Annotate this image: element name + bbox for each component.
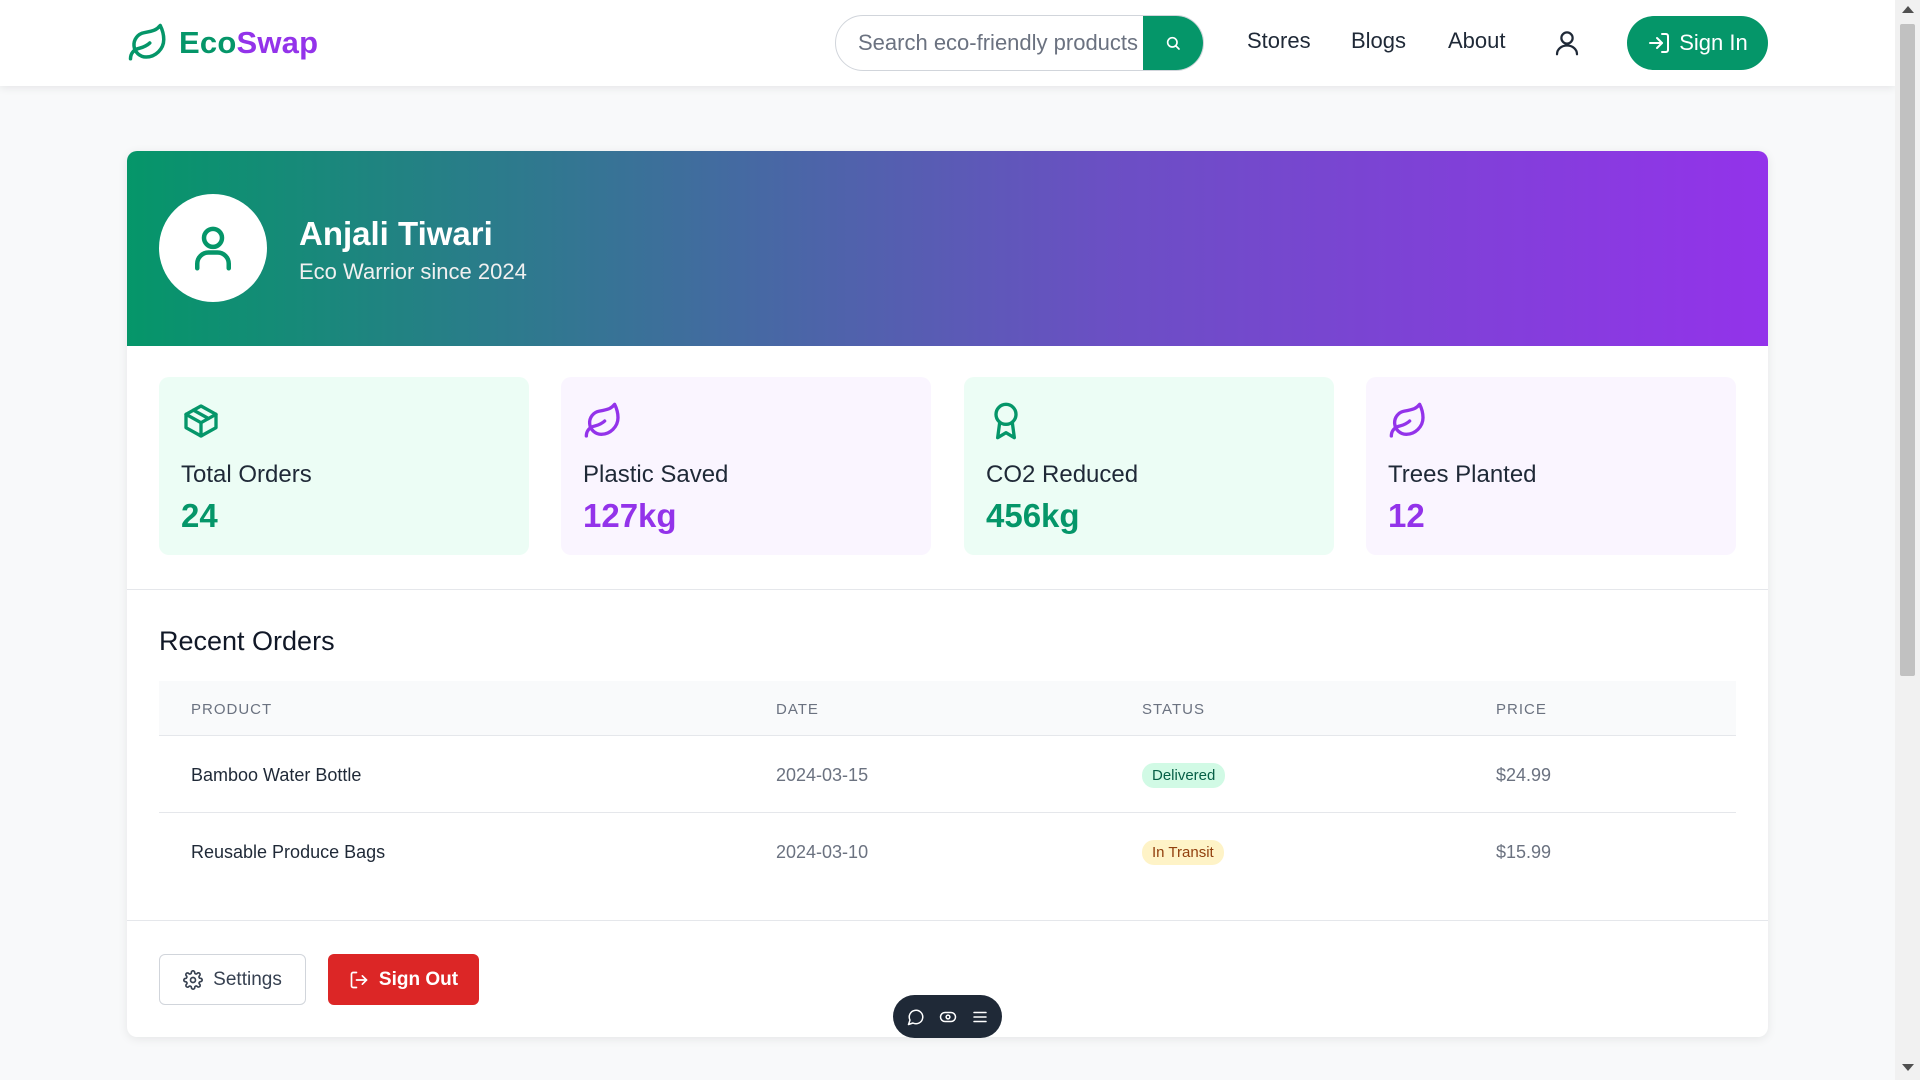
order-product: Bamboo Water Bottle — [191, 765, 362, 785]
package-icon — [181, 401, 221, 441]
orders-table: PRODUCT DATE STATUS PRICE Bamboo Water B… — [159, 681, 1736, 890]
stat-label: CO2 Reduced — [986, 461, 1139, 488]
section-divider — [127, 589, 1768, 590]
table-row[interactable]: Bamboo Water Bottle 2024-03-15 Delivered… — [159, 736, 1736, 813]
recent-orders-title: Recent Orders — [159, 626, 335, 656]
leaf-icon — [583, 401, 623, 441]
stat-label: Trees Planted — [1388, 461, 1537, 488]
search-icon — [1165, 35, 1181, 51]
profile-name: Anjali Tiwari — [299, 215, 493, 252]
stat-value: 24 — [181, 497, 218, 534]
stat-value: 456kg — [986, 497, 1080, 534]
leaf-logo-icon — [127, 22, 169, 64]
eye-icon[interactable] — [939, 1008, 957, 1026]
stat-value: 127kg — [583, 497, 677, 534]
search-input[interactable] — [836, 16, 1145, 70]
stat-value: 12 — [1388, 497, 1425, 534]
gear-icon — [183, 969, 204, 990]
award-icon — [986, 401, 1026, 441]
nav-link-about[interactable]: About — [1448, 28, 1506, 54]
vertical-scrollbar[interactable] — [1895, 0, 1920, 1080]
search-bar — [835, 15, 1204, 71]
scrollbar-thumb[interactable] — [1900, 24, 1915, 676]
log-out-icon — [349, 970, 369, 990]
profile-banner: Anjali Tiwari Eco Warrior since 2024 — [127, 151, 1768, 346]
stat-label: Total Orders — [181, 461, 312, 488]
order-product: Reusable Produce Bags — [191, 842, 386, 862]
scroll-down-arrow-icon[interactable] — [1902, 1064, 1914, 1071]
section-divider — [127, 920, 1768, 921]
leaf-icon — [1388, 401, 1428, 441]
status-badge: In Transit — [1142, 840, 1224, 865]
order-price: $15.99 — [1496, 842, 1552, 862]
nav-link-blogs[interactable]: Blogs — [1351, 28, 1406, 54]
sign-out-label: Sign Out — [378, 968, 459, 990]
avatar — [159, 194, 267, 302]
status-badge: Delivered — [1142, 763, 1226, 788]
table-row[interactable]: Reusable Produce Bags 2024-03-10 In Tran… — [159, 813, 1736, 890]
column-header-price: PRICE — [1496, 701, 1547, 718]
logo[interactable]: EcoSwap — [127, 22, 318, 64]
comment-icon[interactable] — [907, 1008, 925, 1026]
sign-out-button[interactable]: Sign Out — [328, 954, 479, 1005]
settings-button[interactable]: Settings — [159, 954, 306, 1005]
sign-in-label: Sign In — [1679, 30, 1748, 55]
stat-card-total-orders: Total Orders 24 — [159, 377, 529, 555]
logo-text: EcoSwap — [179, 25, 319, 60]
column-header-status: STATUS — [1142, 701, 1205, 718]
search-button[interactable] — [1143, 16, 1203, 70]
order-date: 2024-03-15 — [776, 765, 869, 785]
settings-label: Settings — [213, 968, 282, 990]
stat-card-co2-reduced: CO2 Reduced 456kg — [964, 377, 1334, 555]
stat-card-trees-planted: Trees Planted 12 — [1366, 377, 1736, 555]
profile-subtitle: Eco Warrior since 2024 — [299, 259, 527, 284]
order-date: 2024-03-10 — [776, 842, 869, 862]
log-in-icon — [1647, 31, 1671, 55]
top-navbar: EcoSwap Stores Blogs About Sign In — [0, 0, 1895, 86]
column-header-date: DATE — [776, 701, 819, 718]
user-icon[interactable] — [1552, 28, 1582, 58]
nav-link-stores[interactable]: Stores — [1247, 28, 1311, 54]
profile-card: Anjali Tiwari Eco Warrior since 2024 Tot… — [127, 151, 1768, 1037]
menu-icon[interactable] — [971, 1008, 989, 1026]
sign-in-button[interactable]: Sign In — [1627, 16, 1768, 70]
column-header-product: PRODUCT — [191, 701, 273, 718]
floating-toolbar — [893, 995, 1002, 1038]
stat-label: Plastic Saved — [583, 461, 729, 488]
user-avatar-icon — [186, 219, 240, 277]
scroll-up-arrow-icon[interactable] — [1902, 6, 1914, 13]
stat-card-plastic-saved: Plastic Saved 127kg — [561, 377, 931, 555]
table-header: PRODUCT DATE STATUS PRICE — [159, 681, 1736, 736]
order-price: $24.99 — [1496, 765, 1552, 785]
